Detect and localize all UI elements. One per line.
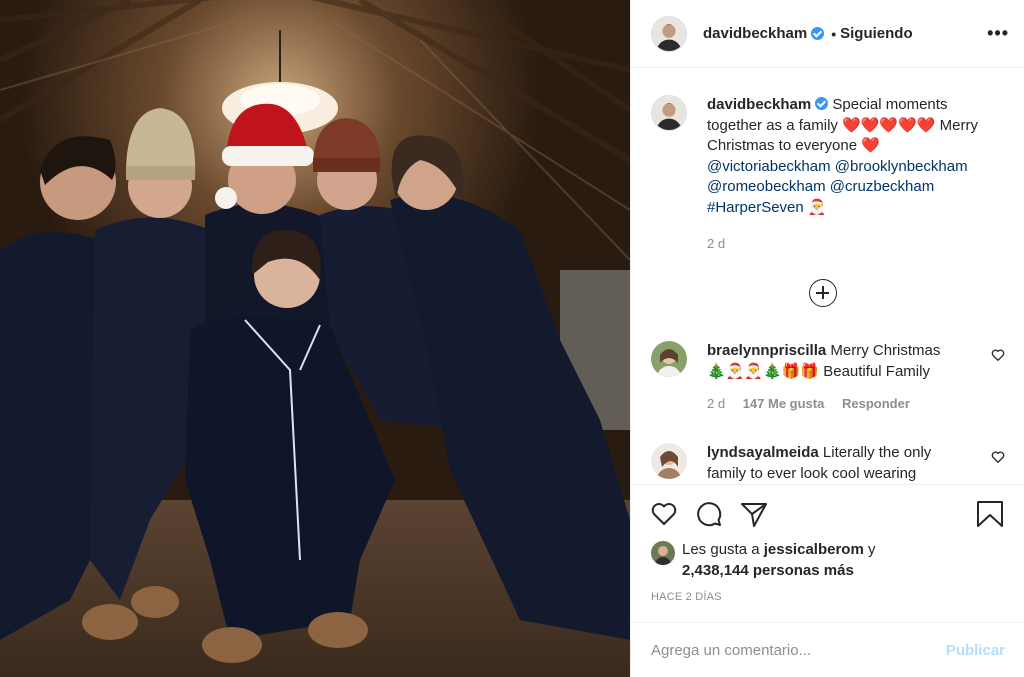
post-timestamp[interactable]: HACE 2 DÍAS — [651, 591, 722, 603]
likes-prefix: Les gusta a — [682, 541, 760, 558]
hashtag-harperseven[interactable]: #HarperSeven — [707, 199, 804, 216]
caption-avatar[interactable] — [651, 95, 687, 131]
heart-icon — [651, 503, 677, 525]
avatar-image — [652, 16, 686, 51]
commenter-avatar[interactable] — [651, 341, 687, 377]
more-options-icon[interactable]: ••• — [987, 23, 1009, 44]
avatar-image — [651, 443, 687, 479]
save-button[interactable] — [975, 499, 1005, 529]
verified-badge-icon — [811, 27, 825, 40]
commenter-avatar[interactable] — [651, 443, 687, 479]
post-header: davidbeckham • Siguiendo ••• — [631, 0, 1024, 68]
comment-text: Merry Christmas — [830, 342, 941, 359]
avatar-image — [651, 341, 687, 377]
like-button[interactable] — [649, 499, 679, 529]
caption-body: davidbeckham Special moments together as… — [707, 95, 997, 255]
following-button[interactable]: Siguiendo — [840, 25, 913, 42]
comment-button[interactable] — [694, 499, 724, 529]
instagram-post: davidbeckham • Siguiendo ••• davidbeckha… — [0, 0, 1024, 677]
comments-section[interactable]: davidbeckham Special moments together as… — [631, 69, 1024, 483]
comment-item: lyndsayalmeida Literally the only family… — [651, 443, 1011, 483]
likes-count[interactable]: 2,438,144 personas más — [682, 562, 854, 579]
mention-brooklynbeckham[interactable]: @brooklynbeckham — [835, 158, 968, 175]
likes-summary: Les gusta a jessicalberom y 2,438,144 pe… — [651, 540, 875, 581]
santa-emoji: 🎅 — [807, 198, 827, 216]
liker-username[interactable]: jessicalberom — [764, 541, 864, 558]
post-photo[interactable] — [0, 0, 630, 677]
comment-meta: 2 d 147 Me gusta Responder — [707, 394, 962, 415]
comment-like-icon[interactable] — [990, 449, 1006, 465]
publish-button[interactable]: Publicar — [946, 642, 1005, 659]
bookmark-icon — [977, 501, 1003, 527]
separator-dot: • — [831, 25, 837, 42]
comment-item: braelynnpriscilla Merry Christmas 🎄🎅🎅🎄🎁🎁… — [651, 341, 1011, 415]
comment-body: lyndsayalmeida Literally the only family… — [707, 443, 962, 483]
comment-emoji: 🎄🎅🎅🎄🎁🎁 — [707, 362, 820, 380]
mention-romeobeckham[interactable]: @romeobeckham — [707, 178, 826, 195]
mention-cruzbeckham[interactable]: @cruzbeckham — [830, 178, 934, 195]
share-icon — [741, 503, 767, 527]
load-more-comments-button[interactable] — [809, 279, 837, 307]
caption-username[interactable]: davidbeckham — [707, 96, 811, 113]
heart-outline-icon — [991, 349, 1005, 361]
liker-avatar[interactable] — [651, 541, 675, 565]
post-side-panel: davidbeckham • Siguiendo ••• davidbeckha… — [630, 0, 1024, 677]
hearts-emoji: ❤️❤️❤️❤️❤️ — [842, 116, 936, 134]
comment-input[interactable] — [651, 641, 946, 659]
commenter-username[interactable]: braelynnpriscilla — [707, 342, 826, 359]
author-username[interactable]: davidbeckham — [703, 25, 807, 42]
avatar-image — [651, 541, 675, 565]
comment-body: braelynnpriscilla Merry Christmas 🎄🎅🎅🎄🎁🎁… — [707, 341, 962, 415]
comment-likes[interactable]: 147 Me gusta — [743, 396, 825, 411]
verified-badge-icon — [815, 97, 829, 110]
likes-conj: y — [867, 541, 876, 558]
caption-time: 2 d — [707, 236, 726, 251]
author-avatar[interactable] — [651, 15, 687, 52]
comment-like-icon[interactable] — [990, 347, 1006, 363]
comment-text-2: Beautiful Family — [823, 362, 930, 380]
family-photo — [0, 0, 630, 677]
add-comment-bar: Publicar — [631, 622, 1024, 677]
heart-emoji: ❤️ — [861, 137, 880, 154]
reply-button[interactable]: Responder — [842, 396, 910, 411]
comment-icon — [697, 502, 722, 527]
mention-victoriabeckham[interactable]: @victoriabeckham — [707, 158, 831, 175]
share-button[interactable] — [739, 499, 769, 529]
commenter-username[interactable]: lyndsayalmeida — [707, 444, 819, 461]
likes-text: Les gusta a jessicalberom y 2,438,144 pe… — [682, 540, 875, 581]
comment-time: 2 d — [707, 396, 726, 411]
heart-outline-icon — [991, 451, 1005, 463]
avatar-image — [652, 96, 686, 130]
post-caption: davidbeckham Special moments together as… — [651, 95, 1011, 255]
